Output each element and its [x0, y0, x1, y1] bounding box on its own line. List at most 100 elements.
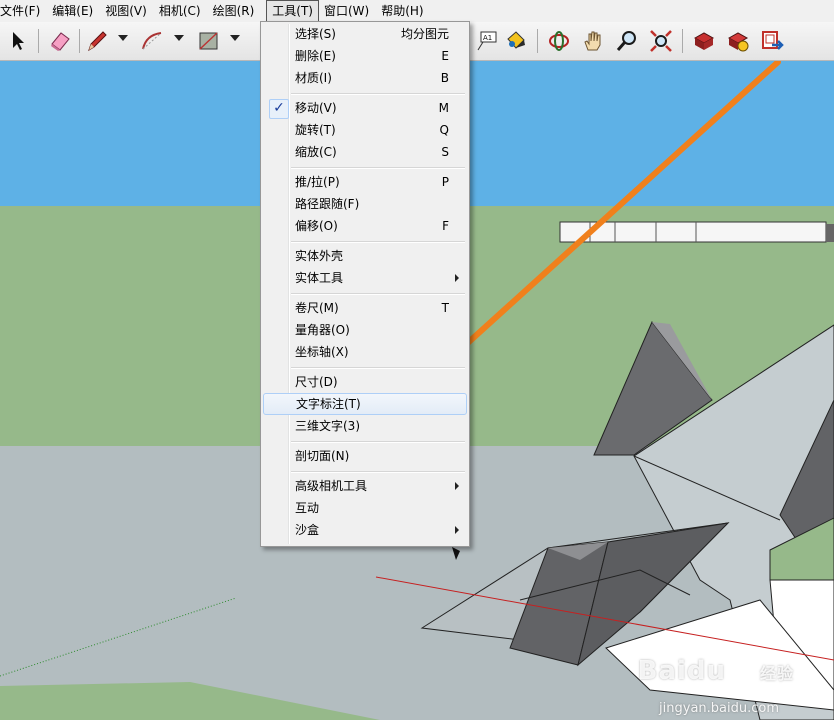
menu-item-label: 选择(S): [295, 27, 336, 41]
chevron-down-icon[interactable]: [230, 35, 240, 41]
menu-item-push-pull[interactable]: 推/拉(P) P: [263, 171, 467, 193]
menu-item-shortcut: F: [442, 219, 449, 233]
menu-item-select[interactable]: 选择(S) 均分图元: [263, 23, 467, 45]
menu-tools[interactable]: 工具(T): [266, 0, 319, 22]
menu-item-shortcut: B: [440, 71, 449, 85]
menu-item-3d-text[interactable]: 三维文字(3): [263, 415, 467, 437]
share-model-icon[interactable]: [759, 28, 785, 54]
menu-item-solid-tools[interactable]: 实体工具: [263, 267, 467, 289]
menu-item-section-plane[interactable]: 剖切面(N): [263, 445, 467, 467]
menu-item-shortcut: P: [441, 175, 449, 189]
menu-file[interactable]: 文件(F): [0, 1, 47, 21]
select-arrow-icon[interactable]: [6, 28, 32, 54]
building-end: [826, 224, 834, 242]
menu-item-outer-shell[interactable]: 实体外壳: [263, 245, 467, 267]
eraser-icon[interactable]: [47, 28, 73, 54]
toolbar-separator: [38, 29, 39, 53]
svg-text:A1: A1: [483, 34, 492, 42]
menu-item-label: 沙盒: [295, 523, 320, 537]
menu-camera[interactable]: 相机(C): [159, 1, 208, 21]
arc-icon[interactable]: [139, 28, 165, 54]
text-label-icon[interactable]: A1: [474, 28, 500, 54]
menu-separator: [291, 367, 465, 369]
toolbar-separator: [682, 29, 683, 53]
menu-item-label: 卷尺(M): [295, 301, 339, 315]
menu-separator: [291, 167, 465, 169]
paw-icon: [727, 658, 754, 685]
menu-item-label: 量角器(O): [295, 323, 350, 337]
rectangle-icon[interactable]: [196, 28, 222, 54]
checkmark-icon: ✓: [269, 99, 289, 119]
menu-window[interactable]: 窗口(W): [324, 1, 376, 21]
menu-item-shortcut: M: [438, 101, 449, 115]
menu-item-label: 互动: [295, 501, 320, 515]
menu-item-follow-me[interactable]: 路径跟随(F): [263, 193, 467, 215]
menu-item-label: 删除(E): [295, 49, 336, 63]
zoom-extents-icon[interactable]: [648, 28, 674, 54]
paint-bucket-icon[interactable]: [503, 28, 529, 54]
menu-item-label: 尺寸(D): [295, 375, 338, 389]
tools-dropdown-menu: 选择(S) 均分图元 删除(E) E 材质(I) B ✓ 移动(V) M 旋转(…: [260, 21, 470, 547]
toolbar-separator: [537, 29, 538, 53]
menu-item-label: 文字标注(T): [296, 397, 361, 411]
watermark-brand: Baidu: [637, 656, 726, 686]
menu-item-offset[interactable]: 偏移(O) F: [263, 215, 467, 237]
menu-separator: [291, 441, 465, 443]
pan-icon[interactable]: [580, 28, 606, 54]
menu-item-label: 材质(I): [295, 71, 332, 85]
menu-item-label: 旋转(T): [295, 123, 336, 137]
menu-item-label: 偏移(O): [295, 219, 338, 233]
menu-item-axes[interactable]: 坐标轴(X): [263, 341, 467, 363]
menu-item-text[interactable]: 文字标注(T): [263, 393, 467, 415]
menu-item-tape-measure[interactable]: 卷尺(M) T: [263, 297, 467, 319]
next-view-icon[interactable]: [725, 28, 751, 54]
menu-item-protractor[interactable]: 量角器(O): [263, 319, 467, 341]
menu-edit[interactable]: 编辑(E): [52, 1, 100, 21]
menu-draw[interactable]: 绘图(R): [213, 1, 262, 21]
menu-item-rotate[interactable]: 旋转(T) Q: [263, 119, 467, 141]
menu-item-advanced-camera-tools[interactable]: 高级相机工具: [263, 475, 467, 497]
previous-view-icon[interactable]: [691, 28, 717, 54]
menu-item-shortcut: 均分图元: [400, 27, 449, 41]
menu-item-label: 推/拉(P): [295, 175, 340, 189]
menu-item-material[interactable]: 材质(I) B: [263, 67, 467, 89]
menu-separator: [291, 241, 465, 243]
menu-item-sandbox[interactable]: 沙盒: [263, 519, 467, 541]
chevron-down-icon[interactable]: [118, 35, 128, 41]
menu-item-label: 剖切面(N): [295, 449, 350, 463]
zoom-icon[interactable]: [614, 28, 640, 54]
baidu-watermark: Baidu 经验: [638, 656, 794, 686]
orbit-icon[interactable]: [546, 28, 572, 54]
menu-separator: [291, 293, 465, 295]
pencil-icon[interactable]: [84, 28, 110, 54]
menu-item-shortcut: T: [441, 301, 449, 315]
menu-item-shortcut: Q: [439, 123, 449, 137]
menu-separator: [291, 471, 465, 473]
menu-item-shortcut: S: [441, 145, 449, 159]
menu-item-label: 坐标轴(X): [295, 345, 349, 359]
menu-item-label: 移动(V): [295, 101, 337, 115]
submenu-arrow-icon: [455, 274, 459, 282]
menu-separator: [291, 93, 465, 95]
menu-view[interactable]: 视图(V): [105, 1, 154, 21]
submenu-arrow-icon: [455, 482, 459, 490]
chevron-down-icon[interactable]: [174, 35, 184, 41]
menu-item-shortcut: E: [441, 49, 449, 63]
submenu-arrow-icon: [455, 526, 459, 534]
menu-item-label: 实体外壳: [295, 249, 344, 263]
menu-bar: 文件(F) 编辑(E) 视图(V) 相机(C) 绘图(R) 工具(T) 窗口(W…: [0, 0, 834, 23]
menu-item-label: 高级相机工具: [295, 479, 368, 493]
menu-item-interact[interactable]: 互动: [263, 497, 467, 519]
menu-item-label: 路径跟随(F): [295, 197, 360, 211]
menu-item-erase[interactable]: 删除(E) E: [263, 45, 467, 67]
menu-item-scale[interactable]: 缩放(C) S: [263, 141, 467, 163]
menu-item-label: 缩放(C): [295, 145, 337, 159]
menu-item-move[interactable]: ✓ 移动(V) M: [263, 97, 467, 119]
menu-help[interactable]: 帮助(H): [381, 1, 430, 21]
menu-item-label: 实体工具: [295, 271, 344, 285]
menu-item-dimensions[interactable]: 尺寸(D): [263, 371, 467, 393]
toolbar-separator: [79, 29, 80, 53]
menu-item-label: 三维文字(3): [295, 419, 360, 433]
watermark-url: jingyan.baidu.com: [659, 701, 779, 716]
watermark-cn: 经验: [759, 664, 794, 683]
